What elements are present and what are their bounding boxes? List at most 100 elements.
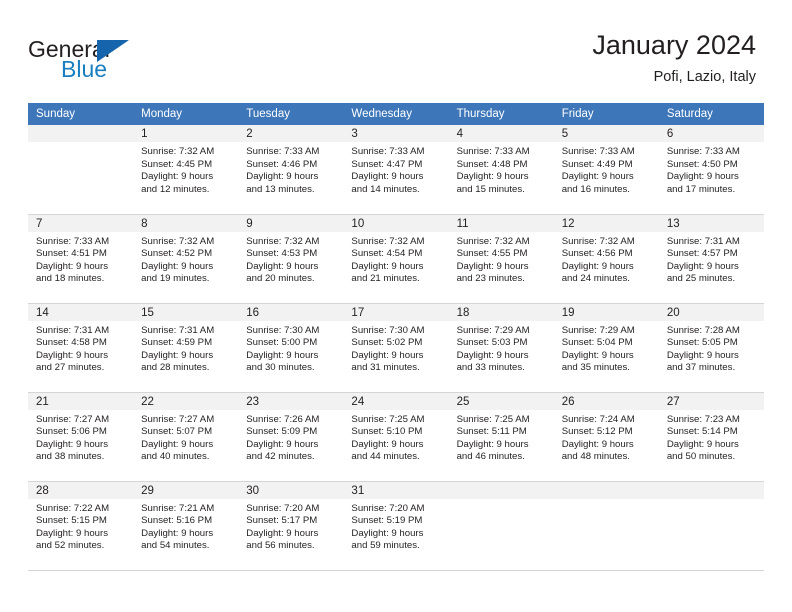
calendar-body: 1 Sunrise: 7:32 AM Sunset: 4:45 PM Daylight… — [28, 125, 764, 571]
calendar-cell-day[interactable]: 30 Sunrise: 7:20 AM Sunset: 5:17 PM Dayligh… — [238, 480, 344, 571]
calendar-cell-day[interactable]: 23 Sunrise: 7:26 AM Sunset: 5:09 PM Dayligh… — [238, 391, 344, 482]
general-blue-logo[interactable]: General Blue — [28, 36, 178, 88]
calendar-cell-day[interactable]: 16 Sunrise: 7:30 AM Sunset: 5:00 PM Dayligh… — [238, 302, 344, 393]
day-details: Sunrise: 7:27 AM Sunset: 5:07 PM Daylight:… — [133, 410, 238, 464]
daylight-text-line1: Daylight: 9 hours — [351, 438, 424, 450]
sunset-text: Sunset: 5:03 PM — [456, 337, 528, 349]
calendar-cell-day[interactable]: 5 Sunrise: 7:33 AM Sunset: 4:49 PM Daylight… — [553, 125, 659, 215]
calendar-cell-day[interactable]: 4 Sunrise: 7:33 AM Sunset: 4:48 PM Daylight… — [448, 125, 554, 215]
calendar-page: General Blue January 2024 Pofi, Lazio, I… — [0, 0, 792, 612]
calendar-cell-day[interactable]: 26 Sunrise: 7:24 AM Sunset: 5:12 PM Dayligh… — [553, 391, 659, 482]
day-details: Sunrise: 7:26 AM Sunset: 5:09 PM Daylight:… — [238, 410, 343, 464]
sunrise-text: Sunrise: 7:32 AM — [561, 235, 635, 247]
day-details: Sunrise: 7:31 AM Sunset: 4:59 PM Daylight:… — [133, 321, 238, 375]
day-details: Sunrise: 7:28 AM Sunset: 5:05 PM Daylight:… — [659, 321, 764, 375]
sunset-text: Sunset: 5:12 PM — [561, 426, 633, 438]
calendar-cell-day[interactable]: 21 Sunrise: 7:27 AM Sunset: 5:06 PM Dayligh… — [28, 391, 134, 482]
sunset-text: Sunset: 5:09 PM — [246, 426, 318, 438]
calendar-cell-day[interactable]: 13 Sunrise: 7:31 AM Sunset: 4:57 PM Dayligh… — [658, 213, 764, 304]
calendar-cell-day[interactable]: 22 Sunrise: 7:27 AM Sunset: 5:07 PM Dayligh… — [133, 391, 239, 482]
sunset-text: Sunset: 4:56 PM — [561, 248, 633, 260]
calendar-week-row: 1 Sunrise: 7:32 AM Sunset: 4:45 PM Daylight… — [28, 125, 764, 215]
day-number: 23 — [238, 392, 344, 410]
day-number: 16 — [238, 303, 344, 321]
sunrise-text: Sunrise: 7:28 AM — [666, 324, 740, 336]
day-details: Sunrise: 7:25 AM Sunset: 5:11 PM Daylight:… — [449, 410, 554, 464]
calendar-cell-day[interactable]: 12 Sunrise: 7:32 AM Sunset: 4:56 PM Dayligh… — [553, 213, 659, 304]
sunset-text: Sunset: 5:06 PM — [36, 426, 107, 438]
daylight-text-line1: Daylight: 9 hours — [456, 438, 529, 450]
day-number: 3 — [343, 125, 449, 142]
calendar-cell-day[interactable]: 24 Sunrise: 7:25 AM Sunset: 5:10 PM Dayligh… — [343, 391, 449, 482]
daylight-text-line1: Daylight: 9 hours — [561, 438, 634, 450]
day-details: Sunrise: 7:32 AM Sunset: 4:45 PM Daylight:… — [133, 142, 238, 196]
calendar-cell-day[interactable]: 3 Sunrise: 7:33 AM Sunset: 4:47 PM Daylight… — [343, 125, 449, 215]
sunrise-text: Sunrise: 7:30 AM — [246, 324, 320, 336]
day-details: Sunrise: 7:32 AM Sunset: 4:56 PM Daylight:… — [554, 232, 659, 286]
daylight-text-line1: Daylight: 9 hours — [36, 260, 108, 272]
daylight-text-line1: Daylight: 9 hours — [351, 260, 424, 272]
day-details: Sunrise: 7:29 AM Sunset: 5:04 PM Daylight:… — [554, 321, 659, 375]
daylight-text-line1: Daylight: 9 hours — [666, 171, 739, 183]
day-number: 29 — [133, 481, 239, 499]
daylight-text-line1: Daylight: 9 hours — [561, 171, 634, 183]
sunset-text: Sunset: 4:51 PM — [36, 248, 107, 260]
day-number: 8 — [133, 214, 239, 232]
calendar-cell-day[interactable]: 2 Sunrise: 7:33 AM Sunset: 4:46 PM Daylight… — [238, 125, 344, 215]
calendar-cell-day[interactable]: 28 Sunrise: 7:22 AM Sunset: 5:15 PM Dayligh… — [28, 480, 134, 571]
calendar-cell-day[interactable]: 11 Sunrise: 7:32 AM Sunset: 4:55 PM Dayligh… — [448, 213, 554, 304]
calendar-cell-day[interactable]: 1 Sunrise: 7:32 AM Sunset: 4:45 PM Daylight… — [133, 125, 239, 215]
daylight-text-line2: and 17 minutes. — [666, 183, 736, 195]
daylight-text-line1: Daylight: 9 hours — [666, 349, 739, 361]
daylight-text-line1: Daylight: 9 hours — [246, 438, 319, 450]
day-number: 24 — [343, 392, 449, 410]
sunrise-text: Sunrise: 7:32 AM — [141, 146, 215, 157]
daylight-text-line1: Daylight: 9 hours — [666, 438, 739, 450]
sunset-text: Sunset: 5:00 PM — [246, 337, 318, 349]
calendar-cell-day[interactable]: 27 Sunrise: 7:23 AM Sunset: 5:14 PM Dayligh… — [658, 391, 764, 482]
calendar-cell-day[interactable]: 10 Sunrise: 7:32 AM Sunset: 4:54 PM Dayligh… — [343, 213, 449, 304]
sunset-text: Sunset: 4:48 PM — [456, 158, 528, 170]
calendar-cell-day[interactable]: 19 Sunrise: 7:29 AM Sunset: 5:04 PM Dayligh… — [553, 302, 659, 393]
sunrise-text: Sunrise: 7:24 AM — [561, 413, 635, 425]
sunrise-text: Sunrise: 7:22 AM — [36, 502, 110, 514]
day-number: 10 — [343, 214, 449, 232]
day-number: 4 — [448, 125, 554, 142]
calendar-cell-empty — [658, 480, 764, 571]
daylight-text-line1: Daylight: 9 hours — [246, 527, 319, 539]
daylight-text-line1: Daylight: 9 hours — [351, 349, 424, 361]
daylight-text-line1: Daylight: 9 hours — [36, 438, 108, 450]
day-number — [28, 125, 134, 142]
sunrise-text: Sunrise: 7:29 AM — [561, 324, 635, 336]
daylight-text-line1: Daylight: 9 hours — [141, 527, 214, 539]
daylight-text-line1: Daylight: 9 hours — [456, 171, 529, 183]
sunrise-text: Sunrise: 7:27 AM — [36, 413, 110, 425]
calendar-cell-day[interactable]: 25 Sunrise: 7:25 AM Sunset: 5:11 PM Dayligh… — [448, 391, 554, 482]
daylight-text-line2: and 52 minutes. — [36, 540, 105, 552]
calendar-cell-day[interactable]: 31 Sunrise: 7:20 AM Sunset: 5:19 PM Dayligh… — [343, 480, 449, 571]
calendar-cell-day[interactable]: 7 Sunrise: 7:33 AM Sunset: 4:51 PM Daylight… — [28, 213, 134, 304]
weekday-header-thursday: Thursday — [448, 103, 554, 125]
calendar-cell-day[interactable]: 17 Sunrise: 7:30 AM Sunset: 5:02 PM Dayligh… — [343, 302, 449, 393]
daylight-text-line2: and 16 minutes. — [561, 183, 630, 195]
sunset-text: Sunset: 4:46 PM — [246, 158, 318, 170]
calendar-cell-day[interactable]: 8 Sunrise: 7:32 AM Sunset: 4:52 PM Daylight… — [133, 213, 239, 304]
calendar-cell-day[interactable]: 14 Sunrise: 7:31 AM Sunset: 4:58 PM Dayligh… — [28, 302, 134, 393]
daylight-text-line1: Daylight: 9 hours — [351, 527, 424, 539]
calendar-cell-day[interactable]: 9 Sunrise: 7:32 AM Sunset: 4:53 PM Daylight… — [238, 213, 344, 304]
calendar-cell-day[interactable]: 15 Sunrise: 7:31 AM Sunset: 4:59 PM Dayligh… — [133, 302, 239, 393]
weekday-header-friday: Friday — [553, 103, 659, 125]
sunset-text: Sunset: 4:49 PM — [561, 158, 633, 170]
weekday-header-sunday: Sunday — [28, 103, 134, 125]
weekday-header-row: Sunday Monday Tuesday Wednesday Thursday… — [28, 103, 764, 125]
daylight-text-line2: and 20 minutes. — [246, 273, 315, 285]
calendar-cell-day[interactable]: 20 Sunrise: 7:28 AM Sunset: 5:05 PM Dayligh… — [658, 302, 764, 393]
daylight-text-line1: Daylight: 9 hours — [246, 349, 319, 361]
calendar-cell-day[interactable]: 29 Sunrise: 7:21 AM Sunset: 5:16 PM Dayligh… — [133, 480, 239, 571]
daylight-text-line2: and 31 minutes. — [351, 362, 420, 374]
day-number: 30 — [238, 481, 344, 499]
day-details: Sunrise: 7:27 AM Sunset: 5:06 PM Daylight:… — [28, 410, 133, 464]
calendar-cell-day[interactable]: 6 Sunrise: 7:33 AM Sunset: 4:50 PM Daylight… — [658, 125, 764, 215]
calendar-cell-day[interactable]: 18 Sunrise: 7:29 AM Sunset: 5:03 PM Dayligh… — [448, 302, 554, 393]
daylight-text-line2: and 54 minutes. — [141, 540, 210, 552]
